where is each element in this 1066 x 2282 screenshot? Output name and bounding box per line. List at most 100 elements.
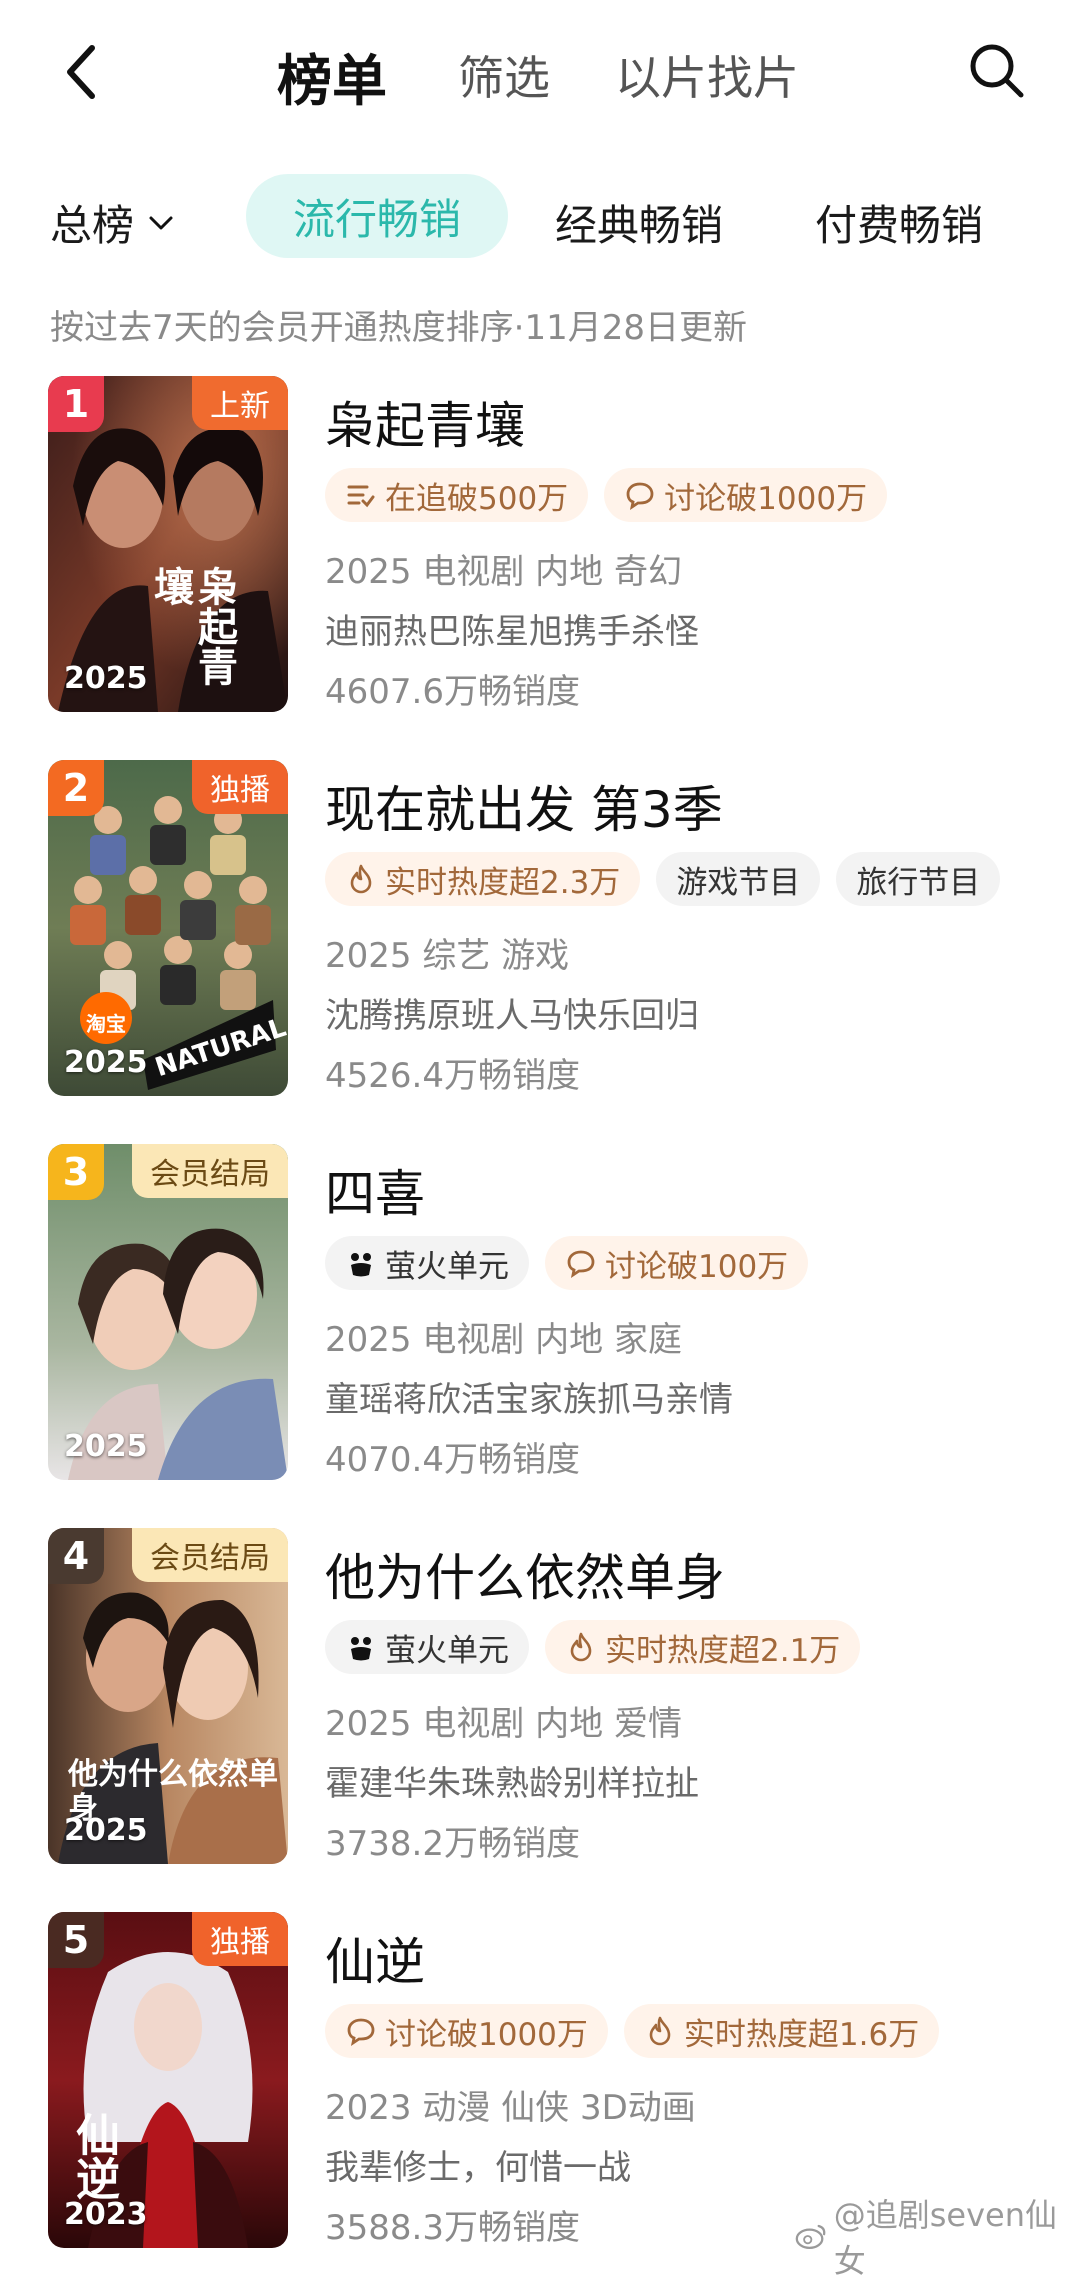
show-poster[interactable]: 仙逆 5 独播 2023 (48, 1912, 288, 2248)
tag-chip: 旅行节目 (836, 852, 1001, 906)
image-search-tab[interactable]: 以片找片 (615, 42, 799, 108)
tag-chip: 在追破500万 (325, 468, 589, 522)
tag-label: 实时热度超1.6万 (683, 2016, 920, 2053)
rank-badge: 2 (48, 760, 104, 816)
page-title[interactable]: 榜单 (277, 36, 387, 116)
tag-chip: 实时热度超2.3万 (325, 852, 641, 906)
tag-label: 游戏节目 (676, 864, 801, 901)
status-badge: 独播 (192, 760, 288, 814)
tag-label: 讨论破100万 (605, 1248, 789, 1285)
tag-row: 实时热度超2.3万 游戏节目 旅行节目 (325, 852, 1001, 906)
tag-chip: 萤火单元 (325, 1236, 529, 1290)
tag-chip: 实时热度超2.1万 (545, 1620, 861, 1674)
tag-row: 萤火单元 讨论破100万 (325, 1236, 809, 1290)
list-icon (347, 485, 375, 508)
show-info: 2025 电视剧 内地 家庭 (325, 1320, 682, 1360)
tab-paid-bestselling[interactable]: 付费畅销 (815, 192, 983, 253)
poster-year: 2025 (64, 661, 148, 696)
tag-label: 萤火单元 (385, 1248, 509, 1285)
poster-title-text: 枭起青壤 (147, 566, 237, 686)
status-badge: 独播 (192, 1912, 288, 1966)
tag-chip: 讨论破100万 (545, 1236, 809, 1290)
tag-chip: 讨论破1000万 (325, 2004, 608, 2058)
poster-year: 2025 (64, 1813, 148, 1848)
show-info: 2023 动漫 仙侠 3D动画 (325, 2088, 696, 2128)
flame-icon (570, 1632, 592, 1662)
show-poster[interactable]: NATURAL HIGH 淘宝 2 独播 2025 (48, 760, 288, 1096)
tag-chip: 实时热度超1.6万 (623, 2004, 940, 2058)
tag-label: 讨论破1000万 (385, 2016, 588, 2053)
comment-icon (347, 2018, 375, 2047)
tag-label: 旅行节目 (856, 864, 981, 901)
show-description: 迪丽热巴陈星旭携手杀怪 (325, 612, 699, 652)
comment-icon (626, 482, 654, 511)
show-description: 霍建华朱珠熟龄别样拉扯 (325, 1764, 699, 1804)
tag-row: 讨论破1000万 实时热度超1.6万 (325, 2004, 940, 2058)
tag-label: 萤火单元 (385, 1632, 509, 1669)
sales-score: 3588.3万畅销度 (325, 2208, 580, 2248)
top-navigation-bar: 榜单 筛选 以片找片 (0, 0, 1066, 140)
tag-row: 萤火单元 实时热度超2.1万 (325, 1620, 861, 1674)
firefly-icon (351, 1637, 371, 1661)
chevron-down-icon (149, 216, 173, 229)
flame-icon (350, 864, 372, 894)
show-info: 2025 综艺 游戏 (325, 936, 570, 976)
show-title[interactable]: 四喜 (325, 1154, 425, 1226)
ranking-category-tabs: 总榜 流行畅销 经典畅销 付费畅销 (0, 170, 1066, 260)
tag-label: 讨论破1000万 (664, 480, 868, 517)
firefly-icon (351, 1253, 371, 1277)
tag-chip: 讨论破1000万 (604, 468, 888, 522)
total-ranking-dropdown[interactable]: 总榜 (50, 192, 174, 253)
show-info: 2025 电视剧 内地 爱情 (325, 1704, 682, 1744)
back-arrow-icon[interactable] (62, 42, 102, 102)
flame-icon (649, 2016, 671, 2046)
ranking-list-item[interactable]: 3 会员结局 2025 四喜 萤火单元 讨论破100万 2025 电视剧 内地 … (0, 1144, 1066, 1484)
ranking-list-item[interactable]: 枭起青壤 1 上新 2025 枭起青壤 在追破500万 讨论破1000万 202… (0, 376, 1066, 716)
search-icon[interactable] (966, 40, 1026, 100)
show-title[interactable]: 他为什么依然单身 (325, 1538, 725, 1610)
status-badge: 会员结局 (132, 1528, 288, 1582)
show-title[interactable]: 仙逆 (325, 1922, 425, 1994)
tag-label: 实时热度超2.1万 (605, 1632, 841, 1669)
show-description: 童瑶蒋欣活宝家族抓马亲情 (325, 1380, 733, 1420)
ranking-list-item[interactable]: 他为什么依然单身 4 会员结局 2025 他为什么依然单身 萤火单元 实时热度超… (0, 1528, 1066, 1868)
ranking-list-item[interactable]: NATURAL HIGH 淘宝 2 独播 2025 现在就出发 第3季 实时热度… (0, 760, 1066, 1100)
filter-tab[interactable]: 筛选 (458, 42, 550, 108)
rank-badge: 3 (48, 1144, 104, 1200)
show-title[interactable]: 现在就出发 第3季 (325, 770, 723, 842)
poster-year: 2025 (64, 1429, 148, 1464)
rank-badge: 1 (48, 376, 104, 432)
poster-brand-logo: 淘宝 (86, 1012, 126, 1036)
show-info: 2025 电视剧 内地 奇幻 (325, 552, 682, 592)
sales-score: 4607.6万畅销度 (325, 672, 580, 712)
tag-label: 实时热度超2.3万 (385, 864, 621, 901)
status-badge: 会员结局 (132, 1144, 288, 1198)
poster-title-text: 仙逆 (68, 2112, 119, 2200)
tag-row: 在追破500万 讨论破1000万 (325, 468, 888, 522)
watermark: @追剧seven仙女 (795, 2190, 1066, 2282)
rank-badge: 4 (48, 1528, 104, 1584)
ranking-update-note: 按过去7天的会员开通热度排序·11月28日更新 (50, 308, 747, 348)
watermark-text: @追剧seven仙女 (833, 2196, 1058, 2280)
weibo-icon (795, 2224, 826, 2249)
sales-score: 4070.4万畅销度 (325, 1440, 580, 1480)
tag-label: 在追破500万 (385, 480, 569, 517)
show-poster[interactable]: 他为什么依然单身 4 会员结局 2025 (48, 1528, 288, 1864)
tab-popular-bestselling[interactable]: 流行畅销 (246, 174, 508, 258)
total-ranking-label: 总榜 (50, 201, 135, 250)
rank-badge: 5 (48, 1912, 104, 1968)
tag-chip: 游戏节目 (656, 852, 821, 906)
show-description: 沈腾携原班人马快乐回归 (325, 996, 699, 1036)
sales-score: 3738.2万畅销度 (325, 1824, 580, 1864)
poster-year: 2025 (64, 1045, 148, 1080)
tab-classic-bestselling[interactable]: 经典畅销 (555, 192, 723, 253)
show-poster[interactable]: 3 会员结局 2025 (48, 1144, 288, 1480)
show-poster[interactable]: 枭起青壤 1 上新 2025 (48, 376, 288, 712)
show-description: 我辈修士，何惜一战 (325, 2148, 631, 2188)
show-title[interactable]: 枭起青壤 (325, 386, 525, 458)
tag-chip: 萤火单元 (325, 1620, 529, 1674)
status-badge: 上新 (192, 376, 288, 430)
comment-icon (567, 1250, 595, 1279)
sales-score: 4526.4万畅销度 (325, 1056, 580, 1096)
poster-year: 2023 (64, 2197, 148, 2232)
